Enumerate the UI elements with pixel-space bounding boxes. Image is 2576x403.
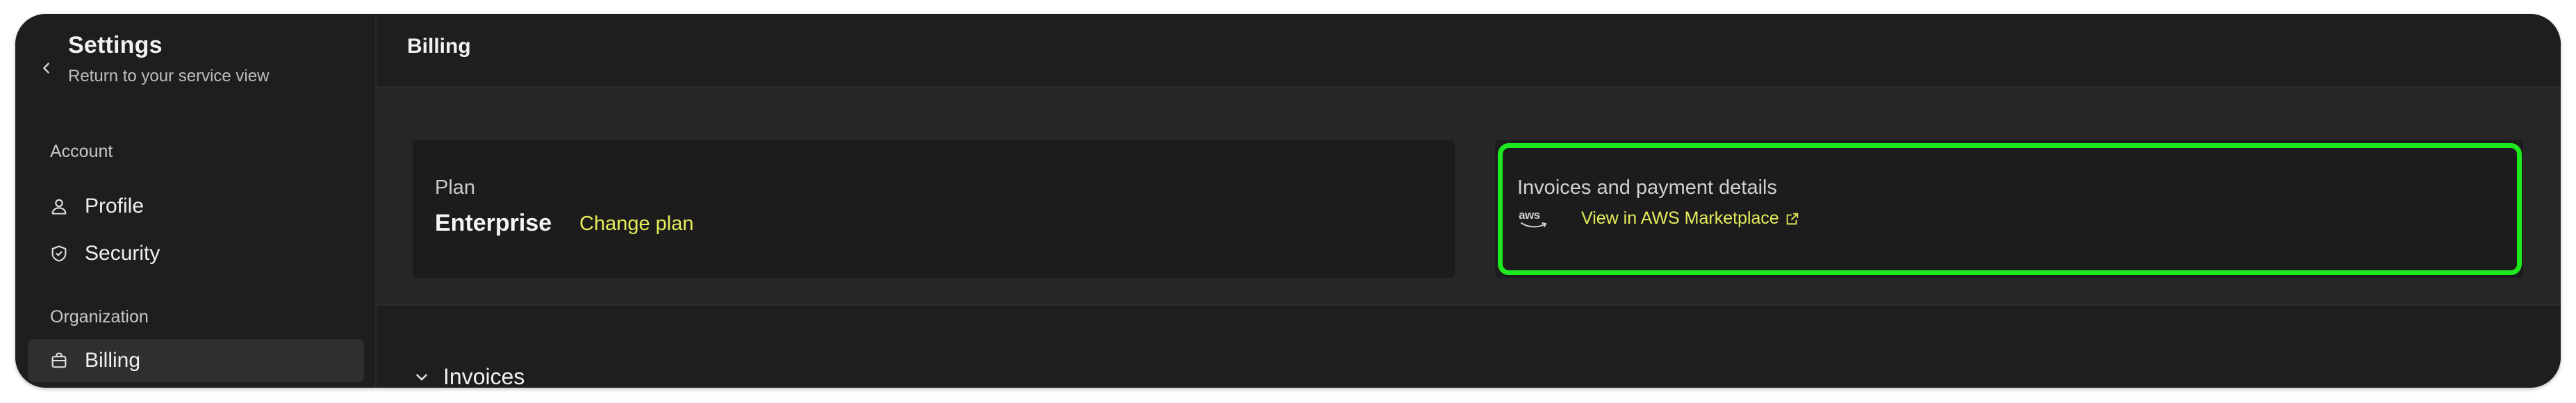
plan-label: Plan <box>435 176 476 199</box>
invoices-section-label: Invoices <box>443 364 525 388</box>
shield-icon <box>38 244 81 263</box>
sidebar-item-billing[interactable]: Billing <box>28 339 364 382</box>
billing-summary: Plan Enterprise Change plan Invoices and… <box>377 88 2561 306</box>
plan-card: Plan Enterprise Change plan <box>413 140 1455 278</box>
back-button[interactable] <box>35 47 58 89</box>
sidebar-item-profile[interactable]: Profile <box>28 185 364 228</box>
sidebar-item-security[interactable]: Security <box>28 232 364 275</box>
view-aws-marketplace-link[interactable]: View in AWS Marketplace <box>1581 208 1800 229</box>
aws-logo-icon: aws <box>1519 208 1552 232</box>
billing-icon <box>38 351 81 370</box>
chevron-left-icon <box>43 63 49 74</box>
invoices-section-toggle[interactable]: Invoices <box>413 364 525 388</box>
invoices-payment-label: Invoices and payment details <box>1517 176 1777 199</box>
chevron-down-icon <box>416 373 427 381</box>
sidebar-item-label: Security <box>85 242 160 265</box>
plan-name: Enterprise <box>435 210 552 236</box>
sidebar-item-label: Billing <box>85 349 141 372</box>
sidebar: Settings Return to your service view Acc… <box>15 14 377 388</box>
sidebar-title: Settings <box>68 32 163 58</box>
user-icon <box>38 197 81 216</box>
aws-marketplace-link-label: View in AWS Marketplace <box>1581 208 1779 228</box>
sidebar-subtitle[interactable]: Return to your service view <box>68 67 269 86</box>
invoices-payment-card: Invoices and payment details aws View in… <box>1495 140 2523 278</box>
external-link-icon <box>1786 213 1799 224</box>
main-panel: Billing Plan Enterprise Change plan Invo… <box>377 14 2561 388</box>
page-title: Billing <box>407 35 471 58</box>
aws-logo-text: aws <box>1519 208 1540 222</box>
sidebar-item-label: Profile <box>85 195 145 217</box>
change-plan-link[interactable]: Change plan <box>579 213 693 236</box>
section-label-organization: Organization <box>50 307 149 327</box>
settings-window: Settings Return to your service view Acc… <box>15 14 2561 388</box>
page-header: Billing <box>377 14 2561 88</box>
section-label-account: Account <box>50 142 113 161</box>
